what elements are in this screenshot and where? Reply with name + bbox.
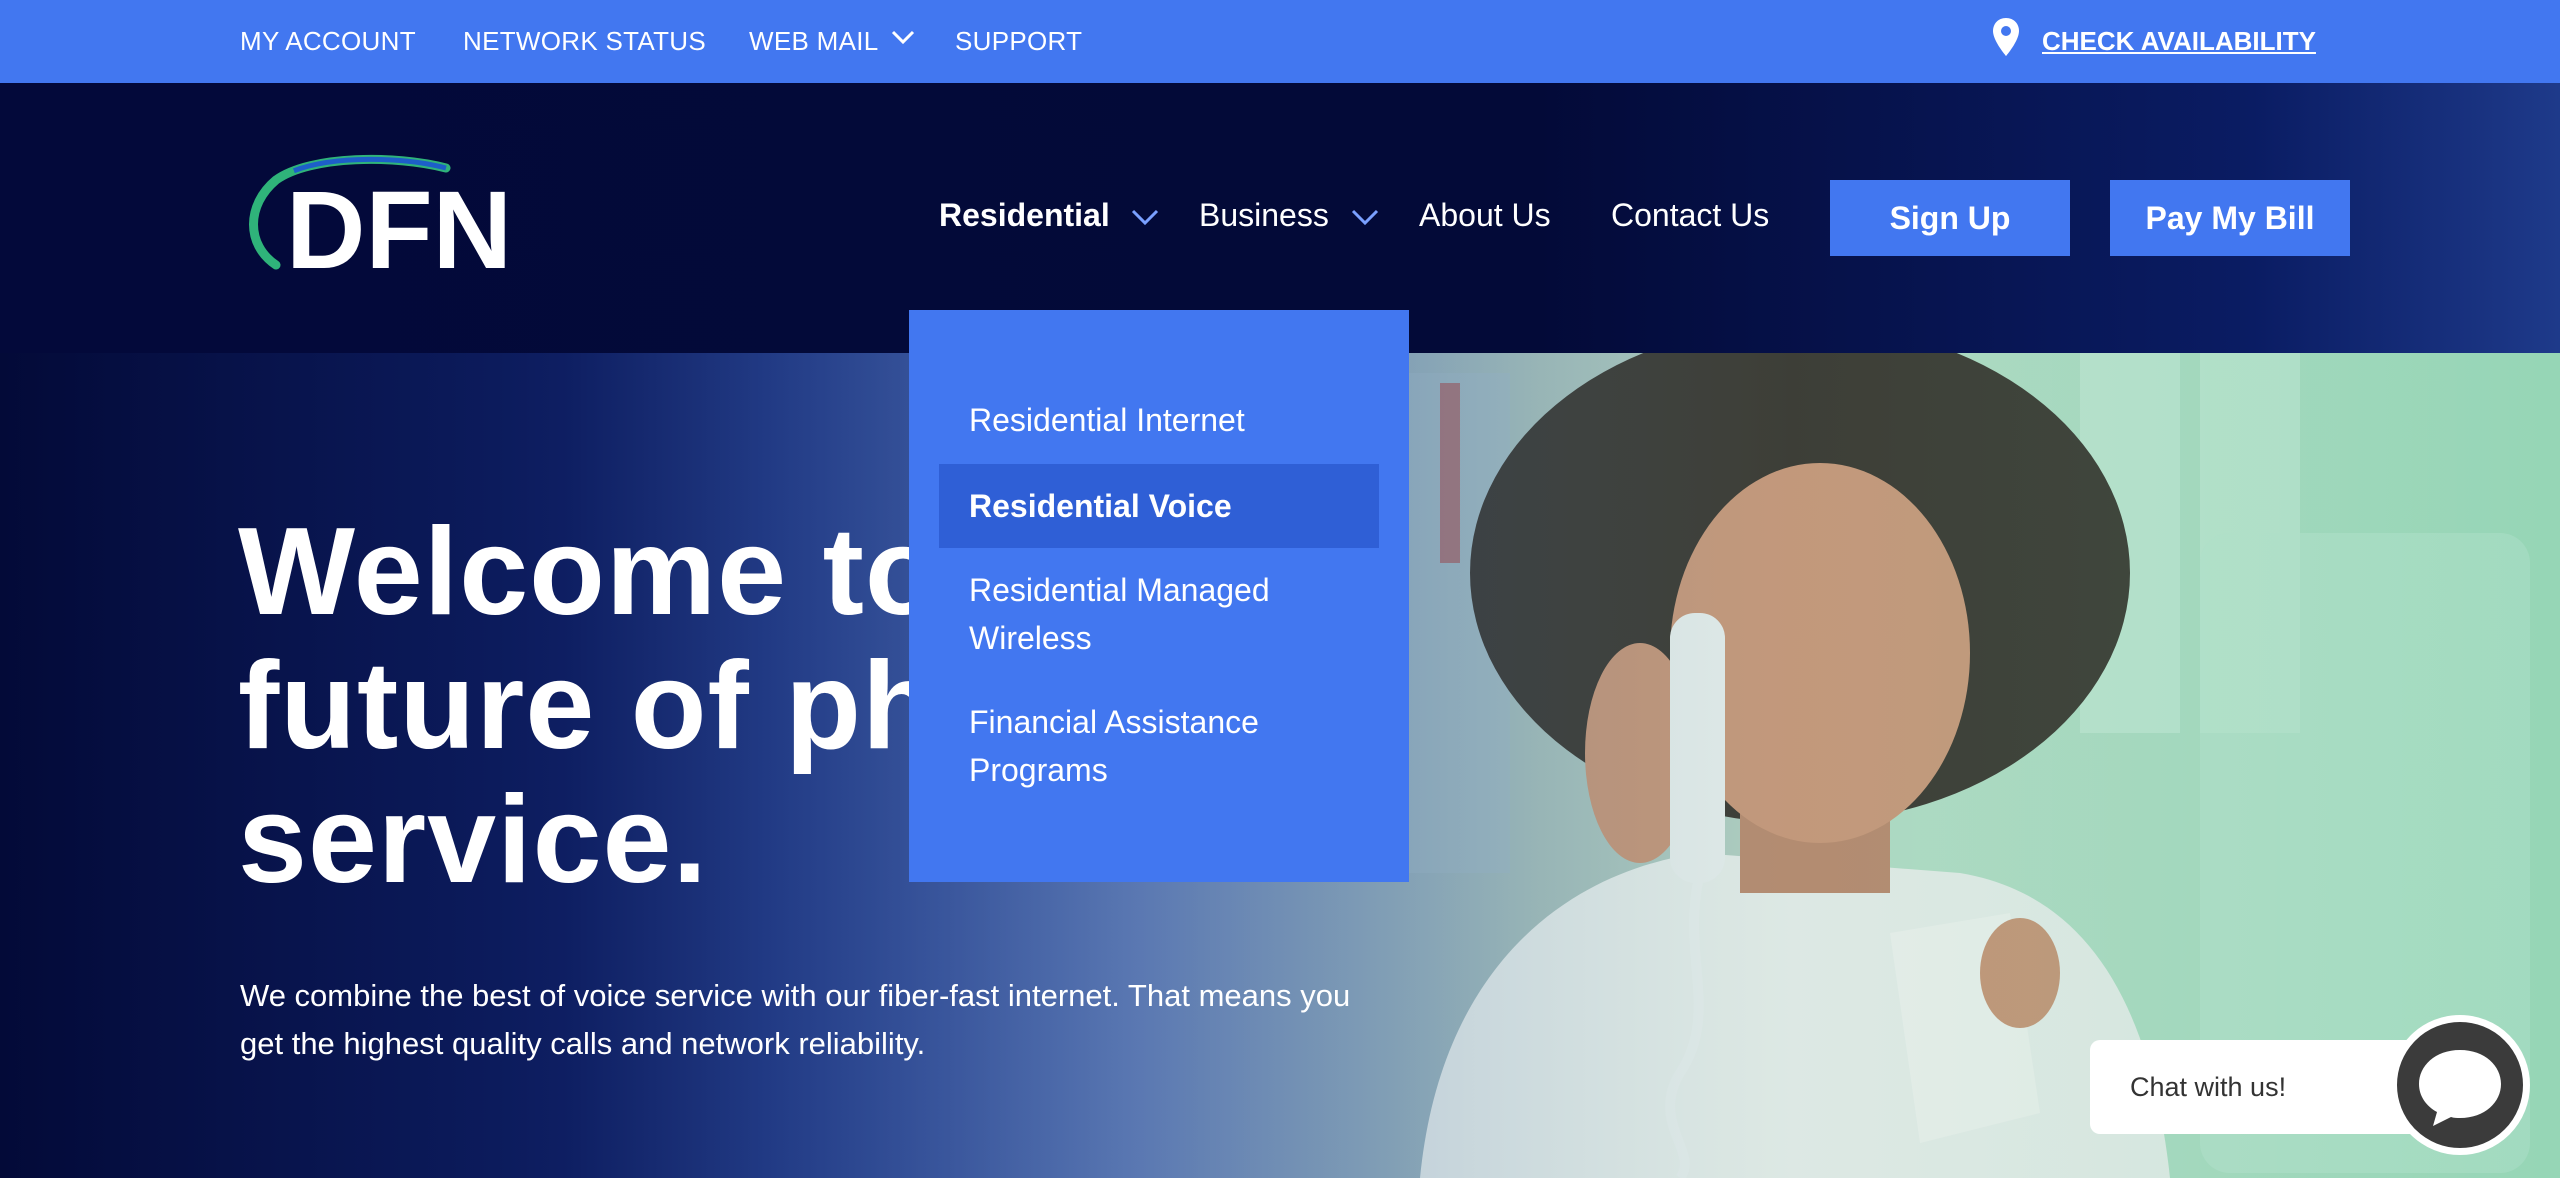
hero-subtitle: We combine the best of voice service wit…	[240, 978, 1351, 1061]
chevron-down-icon[interactable]	[890, 24, 916, 50]
chat-label[interactable]: Chat with us!	[2090, 1040, 2420, 1134]
chat-button[interactable]	[2390, 1015, 2530, 1155]
nav-residential[interactable]: Residential	[939, 197, 1110, 234]
dropdown-item-residential-voice[interactable]: Residential Voice	[939, 464, 1379, 548]
dropdown-item-residential-managed-wireless[interactable]: Residential Managed Wireless	[939, 566, 1299, 662]
pay-my-bill-button[interactable]: Pay My Bill	[2110, 180, 2350, 256]
nav-business[interactable]: Business	[1199, 197, 1329, 234]
chevron-down-icon[interactable]	[1128, 200, 1162, 234]
web-mail-link[interactable]: WEB MAIL	[749, 26, 879, 57]
svg-text:DFN: DFN	[286, 169, 512, 280]
dropdown-item-residential-internet[interactable]: Residential Internet	[939, 396, 1379, 444]
top-utility-bar: MY ACCOUNT NETWORK STATUS WEB MAIL SUPPO…	[0, 0, 2560, 83]
chevron-down-icon[interactable]	[1348, 200, 1382, 234]
location-pin-icon	[1993, 18, 2019, 56]
nav-contact-us[interactable]: Contact Us	[1611, 197, 1769, 234]
dfn-logo[interactable]: DFN	[236, 150, 596, 280]
my-account-link[interactable]: MY ACCOUNT	[240, 26, 416, 57]
nav-about-us[interactable]: About Us	[1419, 197, 1551, 234]
residential-dropdown-menu: Residential Internet Residential Voice R…	[909, 310, 1409, 882]
dropdown-item-financial-assistance[interactable]: Financial Assistance Programs	[939, 698, 1299, 794]
chat-bubble-icon	[2419, 1050, 2501, 1126]
check-availability-link[interactable]: CHECK AVAILABILITY	[2042, 26, 2316, 57]
support-link[interactable]: SUPPORT	[955, 26, 1082, 57]
sign-up-button[interactable]: Sign Up	[1830, 180, 2070, 256]
network-status-link[interactable]: NETWORK STATUS	[463, 26, 706, 57]
